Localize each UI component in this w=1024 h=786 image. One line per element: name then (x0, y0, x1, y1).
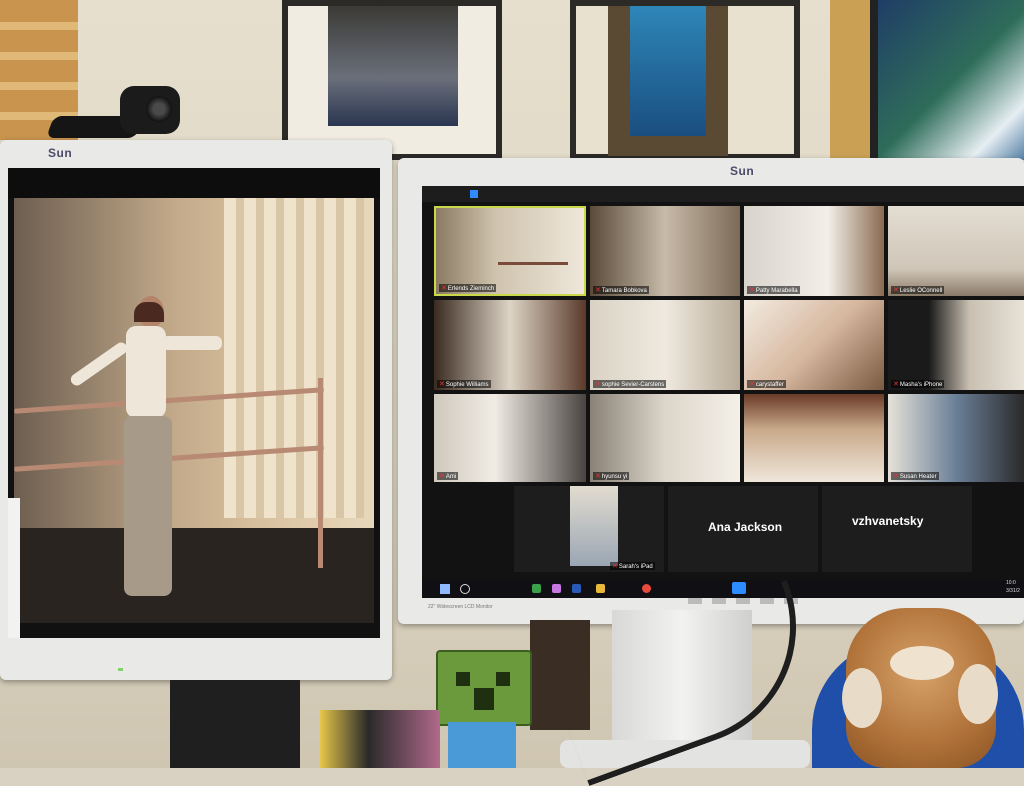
participant-name: ✕Leslie OConnell (891, 286, 945, 294)
zoom-window: ✕Erlends Zieminch ✕Tamara Bobkova ✕Patty… (422, 186, 1024, 598)
participant-name: ✕Susan Heater (891, 472, 939, 480)
minecraft-creeper-toy (436, 650, 532, 726)
monitor-model-label: 22" Widescreen LCD Monitor (428, 604, 493, 610)
participant-name: ✕Erlends Zieminch (439, 284, 497, 292)
participant-name: ✕Patty Marabella (747, 286, 800, 294)
left-monitor-stand (170, 680, 300, 768)
camera-off-tile[interactable]: Ana Jackson (668, 486, 818, 572)
framed-wave-painting (870, 0, 1024, 160)
zoom-titlebar (422, 186, 1024, 202)
toy-body (448, 722, 516, 768)
mic-muted-icon: ✕ (749, 381, 755, 388)
participant-tile[interactable]: ✕Erlends Zieminch (434, 206, 586, 296)
participant-tile[interactable]: ✕Sophie Williams (434, 300, 586, 390)
participant-tile[interactable]: ✕hyunsu yi (590, 394, 740, 482)
dancer-figure (68, 296, 234, 623)
instructor-video (14, 198, 374, 623)
left-monitor-logo: Sun (48, 146, 73, 160)
clock-date: 3/31/2 (1006, 588, 1020, 594)
mic-muted-icon: ✕ (893, 473, 899, 480)
participant-tile[interactable] (744, 394, 884, 482)
app-icon[interactable] (552, 584, 561, 593)
folder-icon[interactable] (596, 584, 605, 593)
participant-name-large: Ana Jackson (708, 520, 783, 534)
mic-muted-icon: ✕ (749, 287, 755, 294)
mic-muted-icon: ✕ (595, 473, 601, 480)
start-icon[interactable] (440, 584, 450, 594)
mic-muted-icon: ✕ (439, 381, 445, 388)
mic-muted-icon: ✕ (595, 381, 601, 388)
framed-family-photo (282, 0, 502, 160)
participant-tile[interactable]: ✕carystaffer (744, 300, 884, 390)
participant-name: ✕Masha's iPhone (891, 380, 945, 388)
photoshop-icon[interactable] (572, 584, 581, 593)
bamboo-frame (830, 0, 870, 160)
app-icon[interactable] (532, 584, 541, 593)
power-led (118, 668, 123, 671)
participant-name: ✕Tamara Bobkova (593, 286, 649, 294)
participant-tile[interactable]: ✕Leslie OConnell (888, 206, 1024, 296)
search-icon[interactable] (460, 584, 470, 594)
wooden-frame (530, 620, 590, 730)
participant-tile[interactable]: ✕sophie Sevier-Carstens (590, 300, 740, 390)
desk-clutter (320, 710, 440, 768)
participant-name: ✕Sophie Williams (437, 380, 491, 388)
participant-tile[interactable]: ✕Tamara Bobkova (590, 206, 740, 296)
left-monitor: Sun (0, 140, 392, 680)
camera-off-tile[interactable]: vzhvanetsky (822, 486, 972, 572)
participant-tile[interactable]: ✕Patty Marabella (744, 206, 884, 296)
windows-taskbar: 10:0 3/31/2 (422, 580, 1024, 598)
participant-name: ✕carystaffer (747, 380, 786, 388)
participant-tile[interactable]: ✕Sarah's iPad (514, 486, 664, 572)
stuffed-tiger-toy (842, 608, 998, 768)
mic-muted-icon: ✕ (893, 381, 899, 388)
mic-muted-icon: ✕ (441, 285, 447, 292)
right-monitor: Sun 22" Widescreen LCD Monitor ✕Erlends … (398, 158, 1024, 624)
participant-name: ✕hyunsu yi (593, 472, 630, 480)
left-monitor-screen (8, 168, 380, 638)
participant-tile[interactable]: ✕Ami (434, 394, 586, 482)
grid-view-icon[interactable] (470, 190, 478, 198)
participant-name: ✕Sarah's iPad (610, 562, 655, 570)
mic-muted-icon: ✕ (893, 287, 899, 294)
participant-name: ✕Ami (437, 472, 459, 480)
mic-muted-icon: ✕ (612, 563, 618, 570)
chrome-icon[interactable] (642, 584, 651, 593)
participant-name: ✕sophie Sevier-Carstens (593, 380, 667, 388)
participant-name-large: vzhvanetsky (852, 514, 924, 528)
framed-camel-art (570, 0, 800, 160)
mic-muted-icon: ✕ (595, 287, 601, 294)
participant-tile[interactable]: ✕Masha's iPhone (888, 300, 1024, 390)
participant-tile[interactable]: ✕Susan Heater (888, 394, 1024, 482)
clock-time: 10:0 (1006, 580, 1016, 586)
right-monitor-logo: Sun (730, 164, 755, 178)
mic-muted-icon: ✕ (439, 473, 445, 480)
webcam-lens (146, 96, 172, 122)
zoom-icon[interactable] (732, 582, 746, 594)
